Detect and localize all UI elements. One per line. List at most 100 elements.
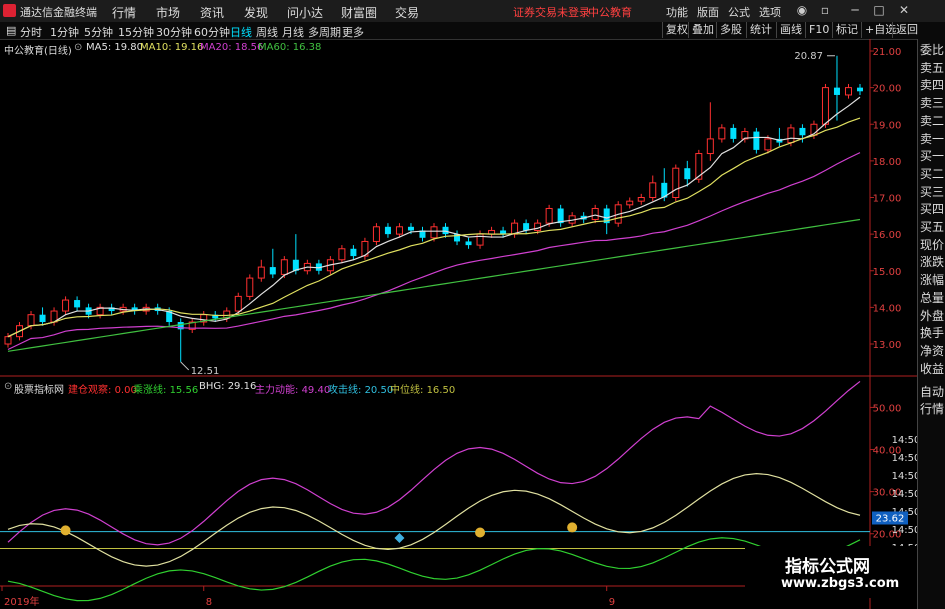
side-panel-item[interactable]: 卖四 (920, 78, 944, 92)
period-daily[interactable]: 日线 (230, 24, 252, 40)
price-tick-label: 18.00 (873, 157, 902, 168)
date-label: 8 (206, 597, 212, 608)
menu-gongneng[interactable]: 功能 (666, 4, 688, 20)
period-weekly[interactable]: 周线 (256, 24, 278, 40)
btn-duogu[interactable]: 多股 (716, 22, 745, 38)
date-label: 9 (609, 597, 615, 608)
menu-xuanxiang[interactable]: 选项 (759, 4, 781, 20)
restore-icon[interactable]: ▫ (818, 3, 832, 17)
menu-jiaoyi[interactable]: 交易 (395, 4, 419, 21)
menu-banmian[interactable]: 版面 (697, 4, 719, 20)
side-time-label: 14:50 (892, 489, 917, 500)
candle-body (27, 314, 35, 327)
period-fenshi[interactable]: 分时 (20, 24, 42, 40)
btn-fuquan[interactable]: 复权 (662, 22, 691, 38)
candle-body (730, 127, 737, 139)
quote-side-panel: 委比卖五卖四卖三卖二卖一买一买二买三买四买五现价涨跌涨幅总量外盘换手净资收益自动… (917, 39, 945, 609)
menu-caifuquan[interactable]: 财富圈 (341, 4, 377, 21)
period-15min[interactable]: 15分钟 (118, 24, 154, 40)
app-title: 通达信金融终端 (20, 6, 97, 19)
candle-body (591, 207, 599, 220)
candle-body (384, 226, 391, 235)
side-panel-item[interactable]: 卖五 (920, 61, 944, 75)
btn-f10[interactable]: F10 (805, 22, 832, 38)
menu-gongshi[interactable]: 公式 (728, 4, 750, 20)
price-tick-label: 19.00 (873, 120, 902, 131)
period-30min[interactable]: 30分钟 (156, 24, 192, 40)
side-panel-item[interactable]: 涨幅 (920, 273, 944, 287)
menu-zixun[interactable]: 资讯 (200, 4, 224, 21)
money-bag-icon (60, 525, 71, 536)
menu-hangqing[interactable]: 行情 (112, 4, 136, 21)
bhg-line (7, 473, 861, 567)
menu-wenxiaoda[interactable]: 问小达 (287, 4, 323, 21)
side-panel-item[interactable]: 买五 (920, 220, 944, 234)
candle-body (257, 266, 265, 279)
candle-body (4, 336, 12, 345)
candle-body (372, 226, 380, 242)
side-panel-item[interactable]: 总量 (920, 291, 944, 305)
diamond-icon (394, 532, 405, 543)
btn-diejia[interactable]: 叠加 (688, 22, 717, 38)
side-panel-lower-item[interactable]: 自动 (920, 385, 944, 399)
side-panel-item[interactable]: 卖一 (920, 132, 944, 146)
watermark-title: 指标公式网 (785, 557, 870, 577)
side-panel-item[interactable]: 买二 (920, 167, 944, 181)
btn-biaoji[interactable]: 标记 (832, 22, 861, 38)
candle-body (62, 299, 70, 312)
money-bag-icon (567, 522, 578, 533)
btn-huaxian[interactable]: 画线 (776, 22, 805, 38)
side-panel-item[interactable]: 换手 (920, 326, 944, 340)
login-warning[interactable]: 证券交易未登录 (513, 4, 590, 20)
side-panel-item[interactable]: 涨跌 (920, 255, 944, 269)
side-panel-item[interactable]: 委比 (920, 43, 944, 57)
candle-body (799, 127, 806, 136)
low-annotation: 12.51 (191, 366, 220, 377)
candle-body (764, 138, 772, 151)
price-tick-label: 17.00 (873, 194, 902, 205)
sub-dropdown-icon[interactable]: ⊙ (4, 381, 12, 392)
price-tick-label: 16.00 (873, 230, 902, 241)
indicator-name: 股票指标网 (14, 385, 64, 396)
btn-fanhui[interactable]: 返回 (892, 22, 921, 38)
candle-body (465, 241, 472, 246)
period-multi[interactable]: 多周期 (308, 24, 341, 40)
price-tick-label: 15.00 (873, 267, 902, 278)
period-5min[interactable]: 5分钟 (84, 24, 113, 40)
side-panel-item[interactable]: 卖三 (920, 96, 944, 110)
side-panel-item[interactable]: 卖二 (920, 114, 944, 128)
candle-body (545, 207, 553, 224)
period-more[interactable]: 更多 (342, 24, 364, 40)
sub-item-zhongwei: 中位线: 16.50 (390, 385, 456, 396)
period-60min[interactable]: 60分钟 (194, 24, 230, 40)
sub-item-zhuli: 主力动能: 49.40 (255, 385, 331, 396)
side-panel-item[interactable]: 买四 (920, 202, 944, 216)
kline-chart[interactable]: 21.00 20.00 19.00 18.00 17.00 16.00 15.00 14.00… (0, 39, 917, 609)
candle-body (269, 267, 276, 275)
candle-body (706, 138, 714, 155)
sub-item-jiancang: 建仓观察: 0.00 (68, 385, 137, 396)
side-panel-item[interactable]: 买三 (920, 185, 944, 199)
period-monthly[interactable]: 月线 (282, 24, 304, 40)
side-panel-item[interactable]: 现价 (920, 238, 944, 252)
menu-faxian[interactable]: 发现 (244, 4, 268, 21)
current-marker: 23.62 (876, 513, 905, 524)
side-panel-item[interactable]: 收益 (920, 362, 944, 376)
user-icon[interactable]: ◉ (795, 3, 809, 17)
side-time-label: 14:50 (892, 435, 917, 446)
close-icon[interactable]: ✕ (897, 3, 911, 17)
maximize-icon[interactable]: □ (872, 3, 886, 17)
side-panel-lower-item[interactable]: 行情 (920, 402, 944, 416)
price-tick-label: 20.00 (873, 84, 902, 95)
grid-icon[interactable]: ▤ (6, 24, 16, 37)
candle-body (442, 226, 449, 235)
btn-tongji[interactable]: 统计 (746, 22, 775, 38)
period-1min[interactable]: 1分钟 (50, 24, 79, 40)
side-panel-item[interactable]: 买一 (920, 149, 944, 163)
minimize-icon[interactable]: ─ (848, 3, 862, 17)
side-panel-item[interactable]: 净资 (920, 344, 944, 358)
menu-shichang[interactable]: 市场 (156, 4, 180, 21)
side-panel-item[interactable]: 外盘 (920, 309, 944, 323)
candle-body (753, 131, 760, 150)
watermark-url: www.zbgs3.com (781, 576, 900, 591)
